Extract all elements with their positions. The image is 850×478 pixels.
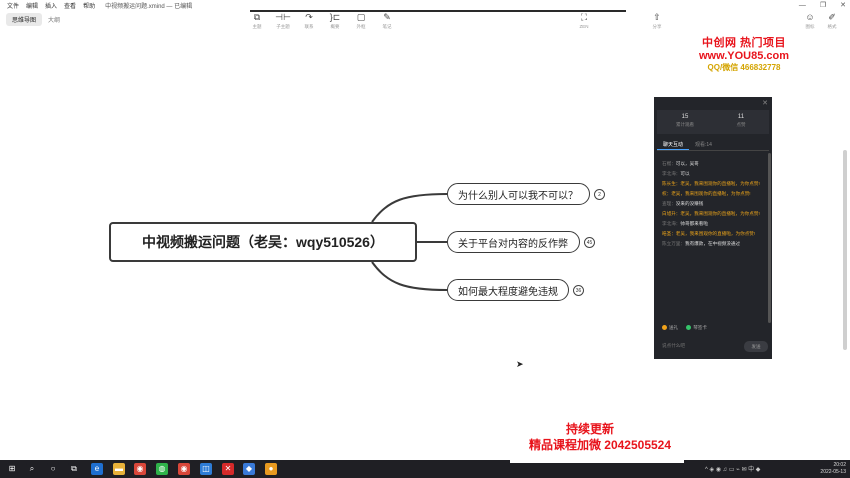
connector-1 bbox=[371, 193, 448, 223]
stat-likes: 11 点赞 bbox=[713, 110, 769, 134]
chat-message: 李北海：可以 bbox=[662, 171, 768, 177]
card-icon bbox=[686, 325, 692, 330]
close-icon[interactable]: ✕ bbox=[762, 99, 768, 107]
send-button[interactable]: 发送 bbox=[744, 341, 768, 352]
tab-chat[interactable]: 聊天互动 bbox=[657, 139, 690, 150]
chat-text: 我有爆款，在中视频没通过 bbox=[684, 241, 741, 246]
mouse-cursor-icon: ➤ bbox=[516, 359, 524, 369]
gift-label: 送礼 bbox=[669, 325, 679, 330]
task-view-icon[interactable]: ⧉ bbox=[68, 463, 80, 475]
live-stats: 15 累计观看 11 点赞 bbox=[657, 110, 769, 134]
chrome-icon[interactable]: ◉ bbox=[134, 463, 146, 475]
cortana-icon[interactable]: ○ bbox=[47, 463, 59, 475]
stat-likes-value: 11 bbox=[737, 114, 745, 120]
search-icon[interactable]: ⌕ bbox=[26, 463, 38, 475]
chat-user: 白旭升： bbox=[662, 211, 681, 216]
live-chat-panel: ✕ 15 累计观看 11 点赞 聊天互动 观看:14 石榴：可以，吴哥 李北海：… bbox=[654, 97, 772, 359]
promo-line2: 精品课程加微 2042505524 bbox=[528, 438, 672, 452]
branch-count-badge[interactable]: 2 bbox=[594, 189, 605, 200]
system-tray-icons[interactable]: ^ ◈ ◉ ♫ ▭ ⌁ ✉ 中 ◆ bbox=[705, 464, 760, 473]
chat-text: 帅哥都来看啦 bbox=[680, 221, 708, 226]
gift-bar: 送礼 琴签卡 bbox=[662, 325, 707, 331]
connector-3 bbox=[371, 261, 448, 291]
chat-user: 权： bbox=[662, 191, 672, 196]
chat-message: 石榴：可以，吴哥 bbox=[662, 161, 768, 167]
chat-tabs: 聊天互动 观看:14 bbox=[657, 139, 769, 151]
chat-text: 老吴，我来围观你的直播啦，为你点赞! bbox=[675, 231, 756, 236]
wechat-icon[interactable]: ◍ bbox=[156, 463, 168, 475]
chat-text: 可以，吴哥 bbox=[675, 161, 699, 166]
windows-start-icon[interactable]: ⊞ bbox=[6, 463, 18, 475]
edge-icon[interactable]: e bbox=[91, 463, 103, 475]
chat-scrollbar[interactable] bbox=[768, 153, 771, 323]
system-clock[interactable]: 20:02 2022-05-13 bbox=[820, 462, 846, 476]
central-topic[interactable]: 中视频搬运问题（老吴：wqy510526） bbox=[109, 222, 417, 262]
chat-user: 皓圣： bbox=[662, 231, 676, 236]
stat-views-value: 15 bbox=[681, 114, 689, 120]
chat-text: 老吴，我来围观你的直播啦，为你点赞! bbox=[671, 191, 751, 196]
clock-date: 2022-05-13 bbox=[820, 469, 846, 475]
sign-card-button[interactable]: 琴签卡 bbox=[686, 325, 707, 331]
chat-input[interactable]: 说点什么吧 bbox=[662, 343, 685, 349]
app-orange-icon[interactable]: ● bbox=[265, 463, 277, 475]
clock-time: 20:02 bbox=[833, 462, 846, 468]
taskbar: ⊞ ⌕ ○ ⧉ e ▬ ◉ ◍ ◉ ◫ ✕ ◆ ● ^ ◈ ◉ ♫ ▭ ⌁ ✉ … bbox=[0, 460, 850, 478]
canvas-scrollbar[interactable] bbox=[843, 150, 847, 350]
branch-topic-2[interactable]: 关于平台对内容的反作弊 bbox=[447, 231, 580, 253]
branch-count-badge[interactable]: 36 bbox=[573, 285, 584, 296]
chat-message: 陈立万里：我有爆款，在中视频没通过 bbox=[662, 241, 768, 247]
screen: 文件 编辑 插入 查看 帮助 中视频搬运问题.xmind — 已编辑 — ❐ ✕… bbox=[0, 0, 850, 478]
chat-message: 白旭升：老吴，我来围观你的直播啦，为你点赞! bbox=[662, 211, 768, 217]
chat-user: 查理： bbox=[662, 201, 676, 206]
chat-message: 李北海：帅哥都来看啦 bbox=[662, 221, 768, 227]
live-icon[interactable]: ◆ bbox=[243, 463, 255, 475]
chat-text: 老吴，我来围观你的直播啦，为你点赞! bbox=[680, 211, 760, 216]
gift-icon bbox=[662, 325, 667, 330]
stat-views: 15 累计观看 bbox=[657, 110, 713, 134]
stat-views-label: 累计观看 bbox=[676, 122, 694, 127]
chat-text: 老吴，我来围观你的直播啦，为你点赞! bbox=[680, 181, 760, 186]
xmind-icon[interactable]: ✕ bbox=[222, 463, 234, 475]
chat-user: 陈长生： bbox=[662, 181, 681, 186]
chat-message: 查理：没来的没赚钱 bbox=[662, 201, 768, 207]
chat-message: 权：老吴，我来围观你的直播啦，为你点赞! bbox=[662, 191, 768, 197]
branch-topic-3[interactable]: 如何最大程度避免违规 bbox=[447, 279, 569, 301]
sign-card-label: 琴签卡 bbox=[693, 325, 707, 330]
chat-text: 可以 bbox=[680, 171, 690, 176]
chat-message: 陈长生：老吴，我来围观你的直播啦，为你点赞! bbox=[662, 181, 768, 187]
stat-likes-label: 点赞 bbox=[736, 122, 746, 127]
branch-count-badge[interactable]: 45 bbox=[584, 237, 595, 248]
chat-messages: 石榴：可以，吴哥 李北海：可以 陈长生：老吴，我来围观你的直播啦，为你点赞! 权… bbox=[662, 161, 768, 251]
media-icon[interactable]: ◫ bbox=[200, 463, 212, 475]
chat-message: 皓圣：老吴，我来围观你的直播啦，为你点赞! bbox=[662, 231, 768, 237]
gift-button[interactable]: 送礼 bbox=[662, 325, 678, 331]
chat-text: 没来的没赚钱 bbox=[675, 201, 704, 206]
file-explorer-icon[interactable]: ▬ bbox=[113, 463, 125, 475]
chat-user: 陈立万里： bbox=[662, 241, 685, 246]
tab-viewers[interactable]: 观看:14 bbox=[689, 139, 718, 150]
promo-line1: 持续更新 bbox=[565, 422, 614, 436]
chat-user: 石榴： bbox=[662, 161, 676, 166]
chat-user: 李北海： bbox=[662, 221, 681, 226]
chat-user: 李北海： bbox=[662, 171, 681, 176]
branch-topic-1[interactable]: 为什么别人可以我不可以？ bbox=[447, 183, 590, 205]
chrome2-icon[interactable]: ◉ bbox=[178, 463, 190, 475]
video-progress-strip bbox=[510, 458, 684, 463]
